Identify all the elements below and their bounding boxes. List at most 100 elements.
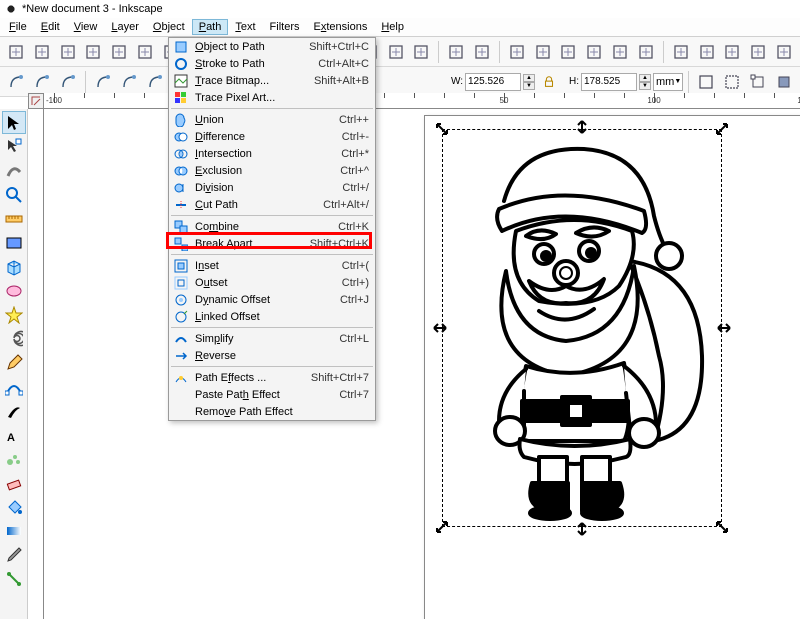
- exclusion-icon: [173, 163, 189, 179]
- prefs-icon[interactable]: [634, 40, 658, 64]
- tool-gradient[interactable]: [2, 519, 26, 542]
- tool-ellipse[interactable]: [2, 279, 26, 302]
- simplify-icon: [173, 331, 189, 347]
- clone-icon[interactable]: [384, 40, 408, 64]
- tool-sculpt[interactable]: [2, 159, 26, 182]
- menuitem-label: Difference: [195, 131, 245, 143]
- menu-object[interactable]: Object: [146, 19, 192, 35]
- menu-filters[interactable]: Filters: [263, 19, 307, 35]
- fill-stroke-icon[interactable]: [505, 40, 529, 64]
- width-input[interactable]: [465, 73, 521, 91]
- menu-help[interactable]: Help: [374, 19, 411, 35]
- tool-dropper[interactable]: [2, 543, 26, 566]
- menuitem-cut-path[interactable]: Cut PathCtrl+Alt+/: [169, 196, 375, 213]
- menuitem-intersection[interactable]: IntersectionCtrl+*: [169, 145, 375, 162]
- menuitem-combine[interactable]: CombineCtrl+K: [169, 218, 375, 235]
- flip-h-icon[interactable]: [143, 70, 167, 94]
- layers-icon[interactable]: [582, 40, 606, 64]
- affect-1-icon[interactable]: [694, 70, 718, 94]
- paint-icon[interactable]: [721, 40, 745, 64]
- menuitem-stroke-to-path[interactable]: Stroke to PathCtrl+Alt+C: [169, 55, 375, 72]
- rotate-cw-icon[interactable]: [117, 70, 141, 94]
- tool-bezier[interactable]: [2, 375, 26, 398]
- menuitem-simplify[interactable]: SimplifyCtrl+L: [169, 330, 375, 347]
- width-spinner[interactable]: ▲▼: [523, 74, 535, 90]
- menuitem-inset[interactable]: InsetCtrl+(: [169, 257, 375, 274]
- import-icon[interactable]: [107, 40, 131, 64]
- save-icon[interactable]: [56, 40, 80, 64]
- tool-rect[interactable]: [2, 231, 26, 254]
- trace-icon[interactable]: [746, 40, 770, 64]
- menu-text[interactable]: Text: [228, 19, 262, 35]
- height-spinner[interactable]: ▲▼: [639, 74, 651, 90]
- menuitem-[interactable]: Remove Path Effect: [169, 403, 375, 420]
- new-icon[interactable]: [4, 40, 28, 64]
- group-icon[interactable]: [444, 40, 468, 64]
- print-icon[interactable]: [81, 40, 105, 64]
- tool-3dbox[interactable]: [2, 255, 26, 278]
- ruler-label: 50: [500, 96, 509, 105]
- sel-all-icon[interactable]: [4, 70, 28, 94]
- tool-eraser[interactable]: [2, 471, 26, 494]
- tool-connector[interactable]: [2, 567, 26, 590]
- unit-select[interactable]: mm▼: [653, 73, 683, 91]
- tool-spray[interactable]: [2, 447, 26, 470]
- align-icon[interactable]: [608, 40, 632, 64]
- export-icon[interactable]: [133, 40, 157, 64]
- unlink-icon[interactable]: [409, 40, 433, 64]
- tool-node[interactable]: [2, 135, 26, 158]
- tool-text[interactable]: A: [2, 423, 26, 446]
- lock-aspect-icon[interactable]: [537, 70, 561, 94]
- union-icon: [173, 112, 189, 128]
- affect-4-icon[interactable]: [772, 70, 796, 94]
- menuitem-linked-offset[interactable]: Linked Offset: [169, 308, 375, 325]
- affect-2-icon[interactable]: [720, 70, 744, 94]
- menuitem-path-effects[interactable]: Path Effects ...Shift+Ctrl+7: [169, 369, 375, 386]
- sel-all-layers-icon[interactable]: [30, 70, 54, 94]
- tool-calligraphy[interactable]: [2, 399, 26, 422]
- tool-spiral[interactable]: [2, 327, 26, 350]
- menu-edit[interactable]: Edit: [34, 19, 67, 35]
- height-input[interactable]: [581, 73, 637, 91]
- santa-drawing[interactable]: [444, 131, 720, 525]
- deselect-icon[interactable]: [56, 70, 80, 94]
- menuitem-dyn-offset[interactable]: Dynamic OffsetCtrl+J: [169, 291, 375, 308]
- canvas[interactable]: [44, 109, 800, 619]
- menuitem-exclusion[interactable]: ExclusionCtrl+^: [169, 162, 375, 179]
- menuitem-[interactable]: Paste Path EffectCtrl+7: [169, 386, 375, 403]
- tool-star[interactable]: [2, 303, 26, 326]
- ruler-horizontal[interactable]: -100-50050100150: [44, 93, 800, 109]
- tool-selector[interactable]: [2, 111, 26, 134]
- menuitem-difference[interactable]: DifferenceCtrl+-: [169, 128, 375, 145]
- menuitem-union[interactable]: UnionCtrl++: [169, 111, 375, 128]
- menuitem-trace-pixel[interactable]: Trace Pixel Art...: [169, 89, 375, 106]
- menu-view[interactable]: View: [67, 19, 105, 35]
- menuitem-break-apart[interactable]: Break ApartShift+Ctrl+K: [169, 235, 375, 252]
- ruler-label: -100: [46, 96, 62, 105]
- menuitem-shortcut: Ctrl+7: [321, 389, 369, 401]
- rotate-ccw-icon[interactable]: [91, 70, 115, 94]
- tool-zoom[interactable]: [2, 183, 26, 206]
- menu-path[interactable]: Path: [192, 19, 229, 35]
- menu-layer[interactable]: Layer: [104, 19, 146, 35]
- menu-extensions[interactable]: Extensions: [307, 19, 375, 35]
- ruler-vertical[interactable]: [28, 93, 44, 619]
- open-icon[interactable]: [30, 40, 54, 64]
- transform-icon[interactable]: [669, 40, 693, 64]
- menuitem-obj-to-path[interactable]: Object to PathShift+Ctrl+C: [169, 38, 375, 55]
- menuitem-trace-bitmap[interactable]: Trace Bitmap...Shift+Alt+B: [169, 72, 375, 89]
- selectors-icon[interactable]: [695, 40, 719, 64]
- menuitem-outset[interactable]: OutsetCtrl+): [169, 274, 375, 291]
- xml-icon[interactable]: [557, 40, 581, 64]
- menuitem-division[interactable]: DivisionCtrl+/: [169, 179, 375, 196]
- menuitem-reverse[interactable]: Reverse: [169, 347, 375, 364]
- messages-icon[interactable]: [772, 40, 796, 64]
- combine-icon: [173, 219, 189, 235]
- text-dlg-icon[interactable]: [531, 40, 555, 64]
- affect-3-icon[interactable]: [746, 70, 770, 94]
- menu-file[interactable]: File: [2, 19, 34, 35]
- tool-measure[interactable]: [2, 207, 26, 230]
- ungroup-icon[interactable]: [470, 40, 494, 64]
- tool-fill[interactable]: [2, 495, 26, 518]
- tool-pencil[interactable]: [2, 351, 26, 374]
